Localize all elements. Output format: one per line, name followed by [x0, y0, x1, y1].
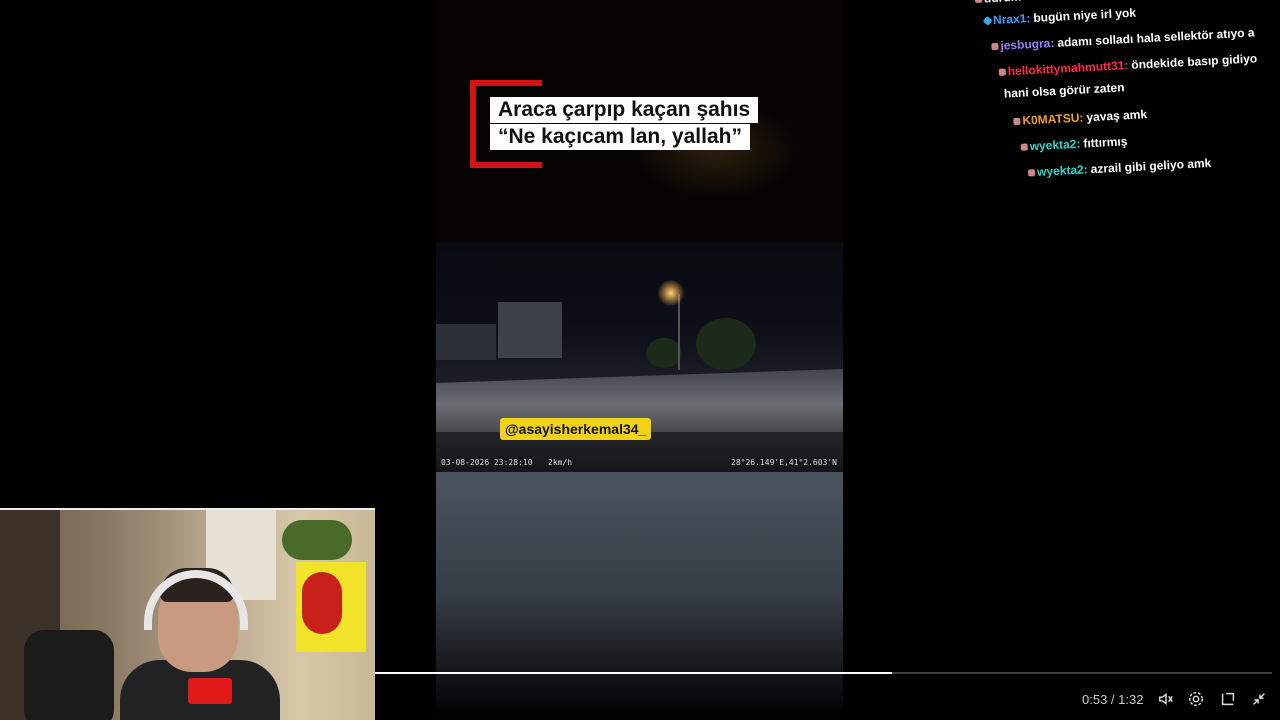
tree [696, 318, 756, 370]
chat-message: Nrax1: bugün niye irl yok [982, 5, 1137, 28]
chat-message: jesbugra: adamı solladı hala sellektör at… [991, 25, 1255, 53]
headline-line-2: “Ne kaçıcam lan, yallah” [490, 124, 750, 150]
chat-badge-icon [982, 16, 993, 27]
gaming-chair [24, 630, 114, 720]
chat-username: wyekta2: [1029, 136, 1081, 154]
chat-text: azrail gibi geliyo amk [1090, 155, 1212, 177]
chat-badge-icon [1020, 143, 1028, 152]
volume-icon[interactable] [1156, 689, 1176, 709]
settings-icon[interactable] [1186, 689, 1206, 709]
spiderman-poster [296, 562, 366, 652]
microphone [188, 678, 232, 704]
theater-mode-icon[interactable] [1218, 689, 1238, 709]
dashcam-footage: @asayisherkemal34_ 03-08-2026 23:28:10 2… [436, 242, 843, 472]
time-display: 0:53 / 1:32 [1082, 692, 1144, 707]
building [436, 324, 496, 360]
chat-username: Nrax1: [992, 11, 1031, 28]
exit-fullscreen-icon[interactable] [1249, 689, 1269, 709]
chat-text: fıttırmış [1082, 134, 1128, 151]
dashcam-coordinates: 28°26.149'E,41°2.603'N [731, 458, 837, 467]
chat-badge-icon [1013, 118, 1021, 126]
chat-message: hani olsa görür zaten [1004, 80, 1125, 100]
chat-username: jesbugra: [1000, 35, 1055, 53]
dashcam-speed: 2km/h [548, 458, 573, 467]
street-lamp-light [658, 280, 684, 306]
chat-username: wyekta2: [1036, 162, 1089, 179]
chat-username: durum [984, 0, 1022, 6]
chat-text: bugün niye irl yok [1033, 5, 1137, 25]
chat-badge-icon [991, 43, 999, 51]
chat-username: K0MATSU: [1022, 110, 1084, 128]
chat-text: adamı solladı hala sellektör atıyo a [1056, 25, 1255, 50]
chat-message: K0MATSU: yavaş amk [1013, 107, 1147, 128]
chat-badge-icon [1027, 169, 1036, 177]
streamer-webcam [0, 508, 375, 720]
progress-bar[interactable] [375, 672, 1272, 674]
chat-username: hellokittymahmutt31: [1007, 58, 1129, 79]
video-player[interactable]: @asayisherkemal34_ 03-08-2026 23:28:10 2… [0, 0, 1280, 720]
chat-text: yavaş amk [1086, 107, 1148, 125]
chat-message: durum [974, 0, 1025, 6]
chat-badge-icon [974, 0, 983, 4]
chat-text: hani olsa görür zaten [1003, 80, 1125, 101]
building [498, 302, 562, 358]
chat-message: wyekta2: azrail gibi geliyo amk [1027, 155, 1212, 180]
webcam-plant [282, 520, 352, 560]
progress-fill [375, 672, 892, 674]
headline-line-1: Araca çarpıp kaçan şahıs [490, 97, 759, 123]
clip-bottom-blur [436, 472, 843, 720]
chat-overlay: durumNrax1:bugün niye irl yokjesbugra:ad… [974, 0, 1280, 200]
watermark: @asayisherkemal34_ [500, 418, 652, 440]
chat-message: hellokittymahmutt31: öndekide basıp gidiy… [998, 51, 1258, 79]
street-lamp-pole [678, 294, 680, 370]
dashcam-datetime: 03-08-2026 23:28:10 [441, 458, 533, 467]
chat-badge-icon [998, 68, 1007, 77]
chat-text: öndekide basıp gidiyo [1130, 51, 1258, 72]
tree [646, 338, 682, 368]
chat-message: wyekta2: fıttırmış [1020, 134, 1128, 154]
